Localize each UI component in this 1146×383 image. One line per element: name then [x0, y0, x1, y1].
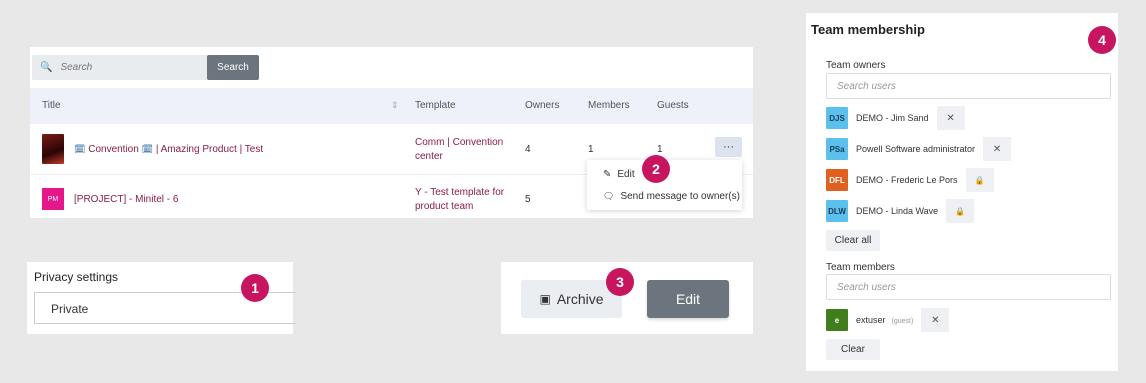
lock-icon: 🔒: [965, 168, 994, 192]
row-title-link[interactable]: [PROJECT] - Minitel - 6: [74, 194, 178, 205]
menu-item-label: Send message to owner(s): [620, 191, 740, 202]
group-thumbnail: [42, 134, 64, 164]
menu-item-edit[interactable]: ✎ Edit: [603, 169, 635, 180]
owner-name: Powell Software administrator: [856, 144, 976, 154]
owners-search-input[interactable]: Search users: [826, 73, 1111, 99]
step-badge-1-overlay: 1: [241, 274, 269, 302]
owner-chip: PSa Powell Software administrator ✕: [826, 137, 1012, 161]
member-name-text: extuser: [856, 315, 886, 325]
avatar: DJS: [826, 107, 848, 129]
guest-tag: (guest): [891, 318, 914, 325]
avatar: e: [826, 309, 848, 331]
row-title-text: Convention: [88, 144, 139, 155]
step-badge-3-overlay: 3: [606, 268, 634, 296]
archive-label: Archive: [556, 291, 604, 307]
avatar: DFL: [826, 169, 848, 191]
step-badge-2: 2: [642, 155, 670, 183]
search-input[interactable]: [60, 62, 201, 73]
edit-button[interactable]: Edit: [647, 280, 729, 318]
search-icon: 🔍: [40, 62, 53, 73]
owner-chip: DFL DEMO - Frederic Le Pors 🔒: [826, 168, 994, 192]
step-badge-4: 4: [1088, 26, 1116, 54]
team-title: Team membership: [811, 22, 925, 37]
row-owners: 4: [525, 144, 531, 155]
table-header: Title ⇕ Template Owners Members Guests: [30, 88, 753, 124]
owners-label: Team owners: [826, 60, 886, 71]
row-template-line1[interactable]: Comm | Convention: [415, 137, 503, 148]
header-owners: Owners: [525, 100, 560, 111]
remove-icon[interactable]: ✕: [921, 308, 950, 332]
pencil-icon: ✎: [603, 169, 612, 180]
row-guests: 1: [657, 144, 663, 155]
row-owners: 5: [525, 194, 531, 205]
header-title[interactable]: Title: [42, 100, 61, 111]
avatar: DLW: [826, 200, 848, 222]
menu-item-send-message[interactable]: 🗨 Send message to owner(s): [603, 191, 740, 202]
team-membership-panel: Team membership 4 Team owners Search use…: [806, 13, 1118, 371]
header-guests: Guests: [657, 100, 689, 111]
row-members: 1: [588, 144, 594, 155]
members-search-input[interactable]: Search users: [826, 274, 1111, 300]
member-name: extuser (guest): [856, 315, 913, 325]
clear-all-button[interactable]: Clear all: [826, 230, 880, 251]
group-avatar: PM: [42, 188, 64, 210]
more-actions-button[interactable]: ···: [715, 137, 742, 157]
remove-icon[interactable]: ✕: [983, 137, 1012, 161]
row-template-line2[interactable]: center: [415, 151, 443, 162]
owner-name: DEMO - Frederic Le Pors: [856, 175, 958, 185]
search-box: 🔍: [32, 55, 209, 80]
owner-chip: DJS DEMO - Jim Sand ✕: [826, 106, 965, 130]
clear-button[interactable]: Clear: [826, 339, 880, 360]
row-title-link[interactable]: 🗓 Convention 🗓 | Amazing Product | Test: [74, 144, 263, 155]
header-members: Members: [588, 100, 630, 111]
row-title-rest: | Amazing Product | Test: [155, 144, 264, 155]
remove-icon[interactable]: ✕: [936, 106, 965, 130]
archive-box-icon: ▣: [539, 292, 551, 306]
message-icon: 🗨: [603, 191, 615, 201]
calendar-icon: 🗓: [74, 144, 86, 154]
member-chip: e extuser (guest) ✕: [826, 308, 950, 332]
calendar-icon: 🗓: [141, 144, 154, 154]
owner-name: DEMO - Linda Wave: [856, 206, 939, 216]
row-template-line1[interactable]: Y - Test template for: [415, 187, 504, 198]
privacy-title: Privacy settings: [34, 270, 119, 284]
avatar: PSa: [826, 138, 848, 160]
search-button[interactable]: Search: [207, 55, 259, 80]
lock-icon: 🔒: [946, 199, 975, 223]
members-label: Team members: [826, 262, 895, 273]
row-template-line2[interactable]: product team: [415, 201, 473, 212]
sort-icon[interactable]: ⇕: [391, 100, 399, 111]
header-template: Template: [415, 100, 456, 111]
owner-chip: DLW DEMO - Linda Wave 🔒: [826, 199, 975, 223]
owner-name: DEMO - Jim Sand: [856, 113, 929, 123]
menu-item-label: Edit: [617, 169, 635, 180]
